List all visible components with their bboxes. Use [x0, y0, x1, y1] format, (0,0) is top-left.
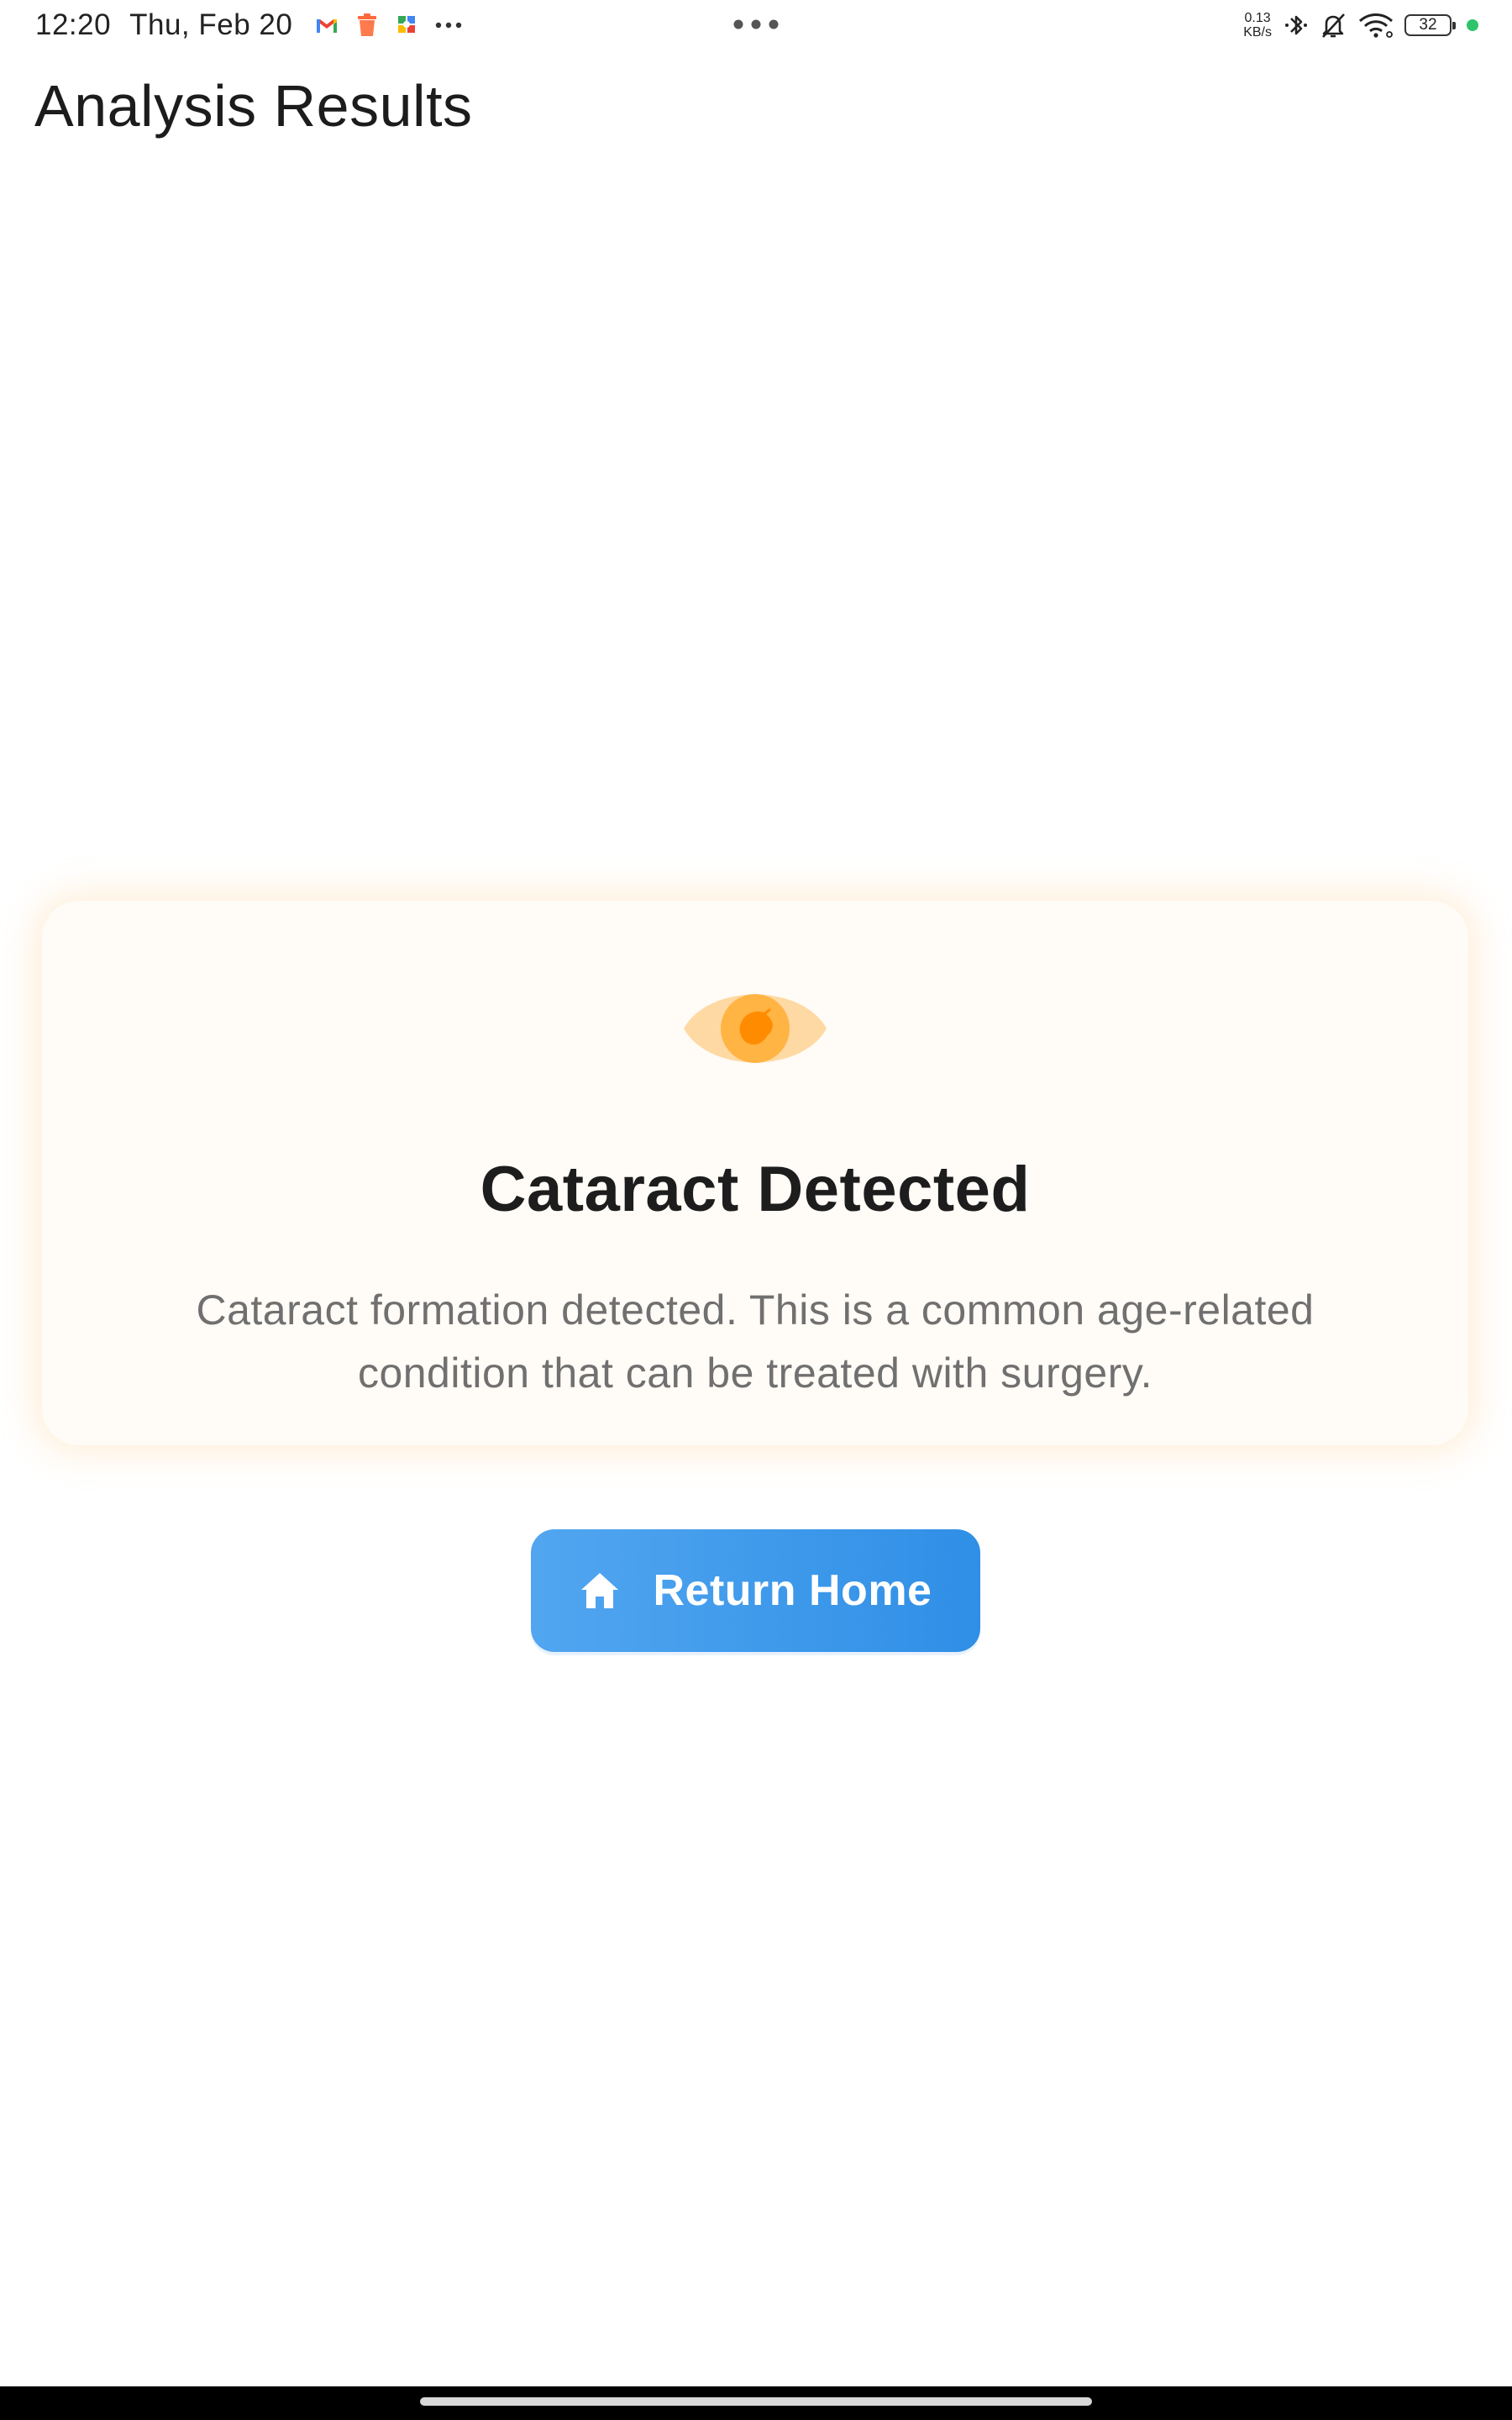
multitask-dots-icon[interactable]: [732, 18, 780, 34]
charging-dot-icon: [1467, 19, 1478, 31]
mute-bell-icon: [1319, 11, 1347, 39]
battery-icon: 32: [1404, 14, 1456, 36]
return-home-label: Return Home: [653, 1566, 932, 1615]
page-title: Analysis Results: [34, 73, 473, 139]
notification-icons: [316, 13, 480, 37]
home-icon: [580, 1570, 620, 1611]
result-description: Cataract formation detected. This is a c…: [196, 1286, 1315, 1397]
navigation-bar: [0, 2386, 1512, 2420]
network-speed-unit: KB/s: [1243, 25, 1272, 39]
result-title: Cataract Detected: [480, 1154, 1031, 1225]
network-speed: 0.13 KB/s: [1243, 11, 1272, 39]
status-time: 12:20: [35, 8, 112, 41]
bluetooth-icon: [1284, 11, 1309, 39]
result-card: Cataract Detected Cataract formation det…: [42, 901, 1468, 1445]
wifi-icon: [1357, 12, 1394, 39]
status-bar: 12:20 Thu, Feb 20 0.13 KB/s 32: [0, 0, 1512, 50]
gmail-icon: [316, 17, 338, 34]
more-notifications-icon: [435, 22, 462, 29]
status-right: 0.13 KB/s 32: [1243, 7, 1478, 44]
network-speed-value: 0.13: [1244, 11, 1271, 25]
puzzle-app-icon: [396, 14, 417, 36]
eye-icon: [684, 976, 827, 1081]
gesture-handle[interactable]: [420, 2397, 1092, 2406]
trash-app-icon: [356, 13, 378, 37]
status-date: Thu, Feb 20: [129, 8, 293, 41]
status-left: 12:20 Thu, Feb 20: [35, 8, 480, 42]
battery-level: 32: [1419, 16, 1437, 34]
return-home-button[interactable]: Return Home: [531, 1529, 980, 1652]
